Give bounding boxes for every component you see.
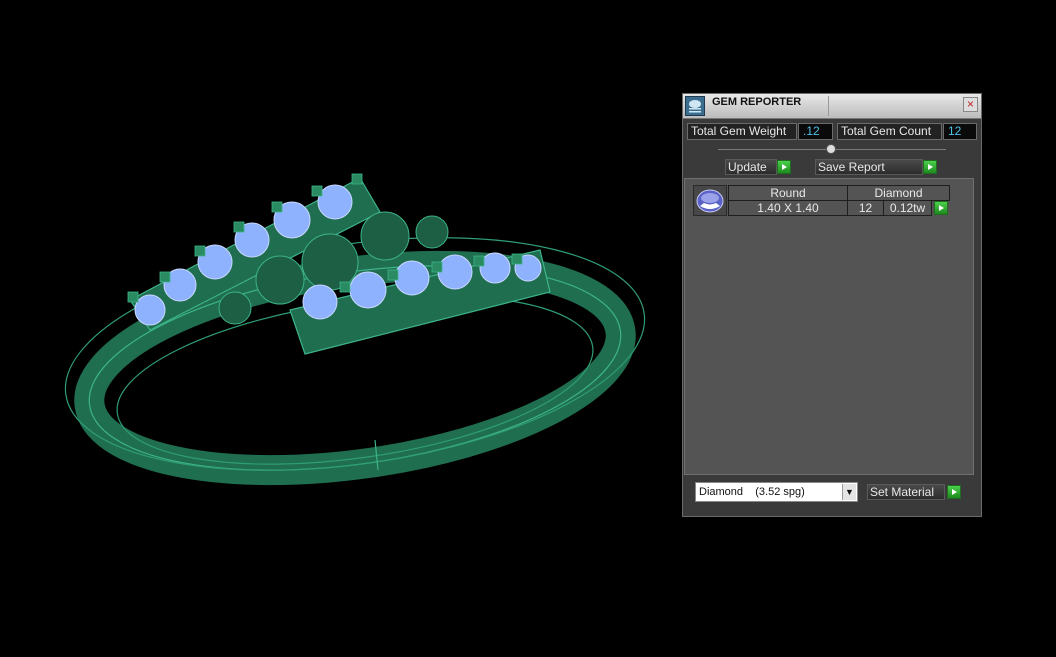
gem-list: Round Diamond 1.40 X 1.40 12 0.12tw (684, 178, 974, 475)
gem-reporter-icon (685, 96, 705, 116)
material-select[interactable]: Diamond (3.52 spg) ▼ (695, 482, 858, 502)
save-report-go-icon[interactable] (923, 160, 937, 174)
set-material-button[interactable]: Set Material (867, 484, 945, 500)
update-go-icon[interactable] (777, 160, 791, 174)
gem-material-cell: Diamond (847, 185, 950, 201)
gem-reporter-panel: GEM REPORTER × Total Gem Weight .12 Tota… (682, 93, 982, 517)
save-report-button[interactable]: Save Report (815, 159, 923, 175)
title-bar[interactable]: GEM REPORTER × (683, 94, 981, 119)
total-gem-weight-label: Total Gem Weight (687, 123, 797, 140)
title-divider (828, 96, 829, 116)
update-button[interactable]: Update (725, 159, 777, 175)
slider-thumb[interactable] (826, 144, 836, 154)
material-select-value: Diamond (3.52 spg) (699, 486, 805, 498)
window-title: GEM REPORTER (712, 96, 802, 108)
gem-weight-cell: 0.12tw (883, 200, 932, 216)
close-icon[interactable]: × (963, 97, 978, 112)
gem-shape-cell: Round (728, 185, 848, 201)
total-gem-count-value: 12 (943, 123, 977, 140)
chevron-down-icon[interactable]: ▼ (842, 484, 856, 500)
gem-count-cell: 12 (847, 200, 884, 216)
round-gem-icon[interactable] (693, 185, 727, 216)
set-material-go-icon[interactable] (947, 485, 961, 499)
total-gem-weight-value: .12 (798, 123, 833, 140)
gem-size-cell: 1.40 X 1.40 (728, 200, 848, 216)
gem-row-go-icon[interactable] (934, 201, 948, 215)
3d-viewport[interactable] (0, 0, 660, 657)
total-gem-count-label: Total Gem Count (837, 123, 942, 140)
ring-model (64, 173, 646, 486)
